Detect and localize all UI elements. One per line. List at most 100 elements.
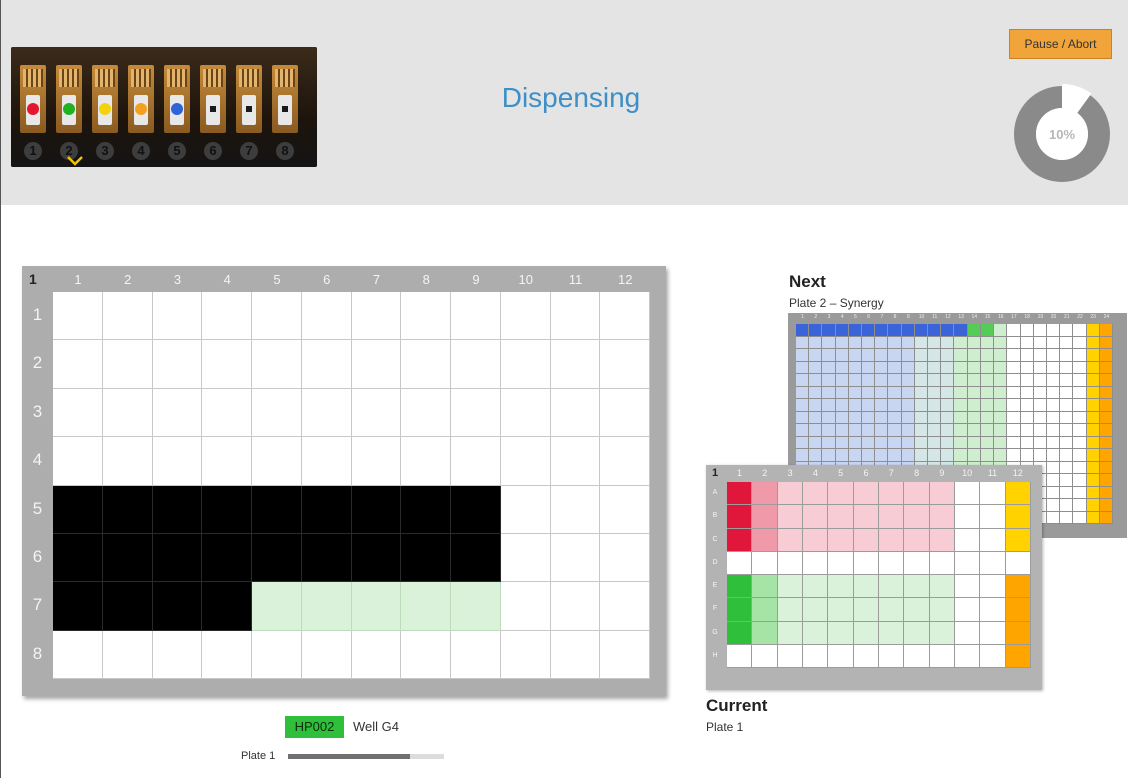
well[interactable] xyxy=(152,388,203,438)
well[interactable] xyxy=(202,582,252,631)
well[interactable] xyxy=(301,582,352,631)
well[interactable] xyxy=(401,388,451,438)
well[interactable] xyxy=(102,582,153,631)
well[interactable] xyxy=(102,292,153,341)
well[interactable] xyxy=(102,533,153,583)
well[interactable] xyxy=(451,485,501,534)
well[interactable] xyxy=(202,437,252,486)
well[interactable] xyxy=(351,582,402,631)
well[interactable] xyxy=(102,437,153,486)
well[interactable] xyxy=(301,437,352,486)
well[interactable] xyxy=(500,437,551,486)
well[interactable] xyxy=(550,630,601,679)
well[interactable] xyxy=(550,340,601,389)
well[interactable] xyxy=(351,485,402,534)
well[interactable] xyxy=(252,437,302,486)
well[interactable] xyxy=(500,630,551,679)
well[interactable] xyxy=(500,582,551,631)
well[interactable] xyxy=(301,340,352,389)
position-number[interactable]: 6 xyxy=(204,142,222,160)
current-plate-thumbnail[interactable]: 1 1 2 3 4 5 6 7 8 9 10 11 12 ABCDEFGH xyxy=(706,465,1042,690)
well[interactable] xyxy=(252,533,302,583)
well[interactable] xyxy=(351,292,402,341)
position-number[interactable]: 3 xyxy=(96,142,114,160)
position-number[interactable]: 1 xyxy=(24,142,42,160)
well[interactable] xyxy=(301,485,352,534)
well[interactable] xyxy=(401,437,451,486)
well[interactable] xyxy=(102,388,153,438)
well[interactable] xyxy=(451,340,501,389)
well[interactable] xyxy=(500,485,551,534)
well[interactable] xyxy=(401,630,451,679)
well[interactable] xyxy=(500,388,551,438)
well[interactable] xyxy=(202,340,252,389)
well[interactable] xyxy=(600,292,650,341)
well[interactable] xyxy=(351,388,402,438)
well[interactable] xyxy=(152,437,203,486)
well[interactable] xyxy=(152,485,203,534)
well[interactable] xyxy=(451,292,501,341)
position-number[interactable]: 8 xyxy=(276,142,294,160)
well[interactable] xyxy=(401,533,451,583)
well[interactable] xyxy=(351,630,402,679)
well[interactable] xyxy=(351,340,402,389)
well[interactable] xyxy=(401,292,451,341)
well[interactable] xyxy=(301,292,352,341)
well[interactable] xyxy=(550,388,601,438)
well[interactable] xyxy=(202,533,252,583)
well[interactable] xyxy=(451,388,501,438)
well[interactable] xyxy=(600,388,650,438)
well[interactable] xyxy=(102,630,153,679)
well[interactable] xyxy=(600,533,650,583)
well[interactable] xyxy=(53,485,103,534)
well[interactable] xyxy=(550,485,601,534)
well[interactable] xyxy=(202,388,252,438)
well[interactable] xyxy=(500,533,551,583)
well[interactable] xyxy=(301,388,352,438)
well[interactable] xyxy=(600,582,650,631)
well[interactable] xyxy=(102,340,153,389)
well[interactable] xyxy=(301,533,352,583)
well[interactable] xyxy=(252,388,302,438)
position-number[interactable]: 5 xyxy=(168,142,186,160)
well[interactable] xyxy=(600,340,650,389)
well[interactable] xyxy=(53,533,103,583)
well[interactable] xyxy=(53,582,103,631)
well[interactable] xyxy=(550,533,601,583)
well[interactable] xyxy=(600,630,650,679)
well[interactable] xyxy=(202,485,252,534)
well[interactable] xyxy=(550,437,601,486)
well[interactable] xyxy=(202,630,252,679)
well[interactable] xyxy=(451,630,501,679)
well[interactable] xyxy=(53,388,103,438)
well[interactable] xyxy=(351,437,402,486)
position-number[interactable]: 7 xyxy=(240,142,258,160)
well[interactable] xyxy=(401,340,451,389)
well[interactable] xyxy=(53,437,103,486)
well[interactable] xyxy=(401,485,451,534)
well[interactable] xyxy=(202,292,252,341)
position-number[interactable]: 4 xyxy=(132,142,150,160)
well[interactable] xyxy=(451,533,501,583)
well[interactable] xyxy=(102,485,153,534)
well[interactable] xyxy=(152,630,203,679)
well[interactable] xyxy=(53,340,103,389)
well[interactable] xyxy=(451,582,501,631)
well[interactable] xyxy=(53,292,103,341)
well[interactable] xyxy=(451,437,501,486)
well[interactable] xyxy=(252,630,302,679)
well[interactable] xyxy=(152,340,203,389)
well[interactable] xyxy=(152,292,203,341)
well[interactable] xyxy=(500,340,551,389)
well[interactable] xyxy=(53,630,103,679)
well[interactable] xyxy=(600,437,650,486)
well[interactable] xyxy=(252,340,302,389)
well[interactable] xyxy=(252,292,302,341)
well[interactable] xyxy=(301,630,352,679)
well[interactable] xyxy=(600,485,650,534)
well[interactable] xyxy=(351,533,402,583)
pause-abort-button[interactable]: Pause / Abort xyxy=(1009,29,1112,59)
well[interactable] xyxy=(500,292,551,341)
well[interactable] xyxy=(550,582,601,631)
well[interactable] xyxy=(401,582,451,631)
